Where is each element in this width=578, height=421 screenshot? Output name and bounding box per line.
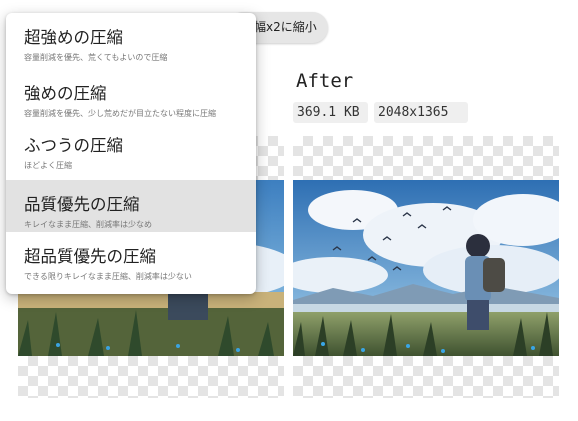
menu-item-description: 容量削減を優先、少し荒めだが目立たない程度に圧縮 <box>24 109 216 118</box>
after-title: After <box>296 70 354 92</box>
after-preview <box>293 136 559 398</box>
menu-item-label: 超強めの圧縮 <box>24 28 123 47</box>
after-dimensions: 2048x1365 <box>374 102 468 123</box>
after-file-size: 369.1 KB <box>293 102 368 123</box>
menu-item-description: ほどよく圧縮 <box>24 161 72 170</box>
menu-item-description: できる限りキレイなまま圧縮、削減率は少ない <box>24 272 192 281</box>
menu-item-label: 品質優先の圧縮 <box>24 195 140 214</box>
menu-item-normal[interactable]: ふつうの圧縮 ほどよく圧縮 <box>6 121 256 173</box>
menu-item-label: 強めの圧縮 <box>24 84 107 103</box>
menu-item-description: キレイなまま圧縮、削減率は少なめ <box>24 220 152 229</box>
menu-item-description: 容量削減を優先、荒くてもよいので圧縮 <box>24 53 168 62</box>
menu-item-quality-priority[interactable]: 品質優先の圧縮 キレイなまま圧縮、削減率は少なめ <box>6 180 256 232</box>
menu-item-label: 超品質優先の圧縮 <box>24 247 156 266</box>
compression-level-menu: 超強めの圧縮 容量削減を優先、荒くてもよいので圧縮 強めの圧縮 容量削減を優先、… <box>6 13 256 294</box>
after-image <box>293 180 559 356</box>
menu-item-label: ふつうの圧縮 <box>24 136 123 155</box>
menu-item-extra-strong[interactable]: 超強めの圧縮 容量削減を優先、荒くてもよいので圧縮 <box>6 13 256 65</box>
menu-item-strong[interactable]: 強めの圧縮 容量削減を優先、少し荒めだが目立たない程度に圧縮 <box>6 69 256 121</box>
menu-item-extra-quality-priority[interactable]: 超品質優先の圧縮 できる限りキレイなまま圧縮、削減率は少ない <box>6 232 256 288</box>
